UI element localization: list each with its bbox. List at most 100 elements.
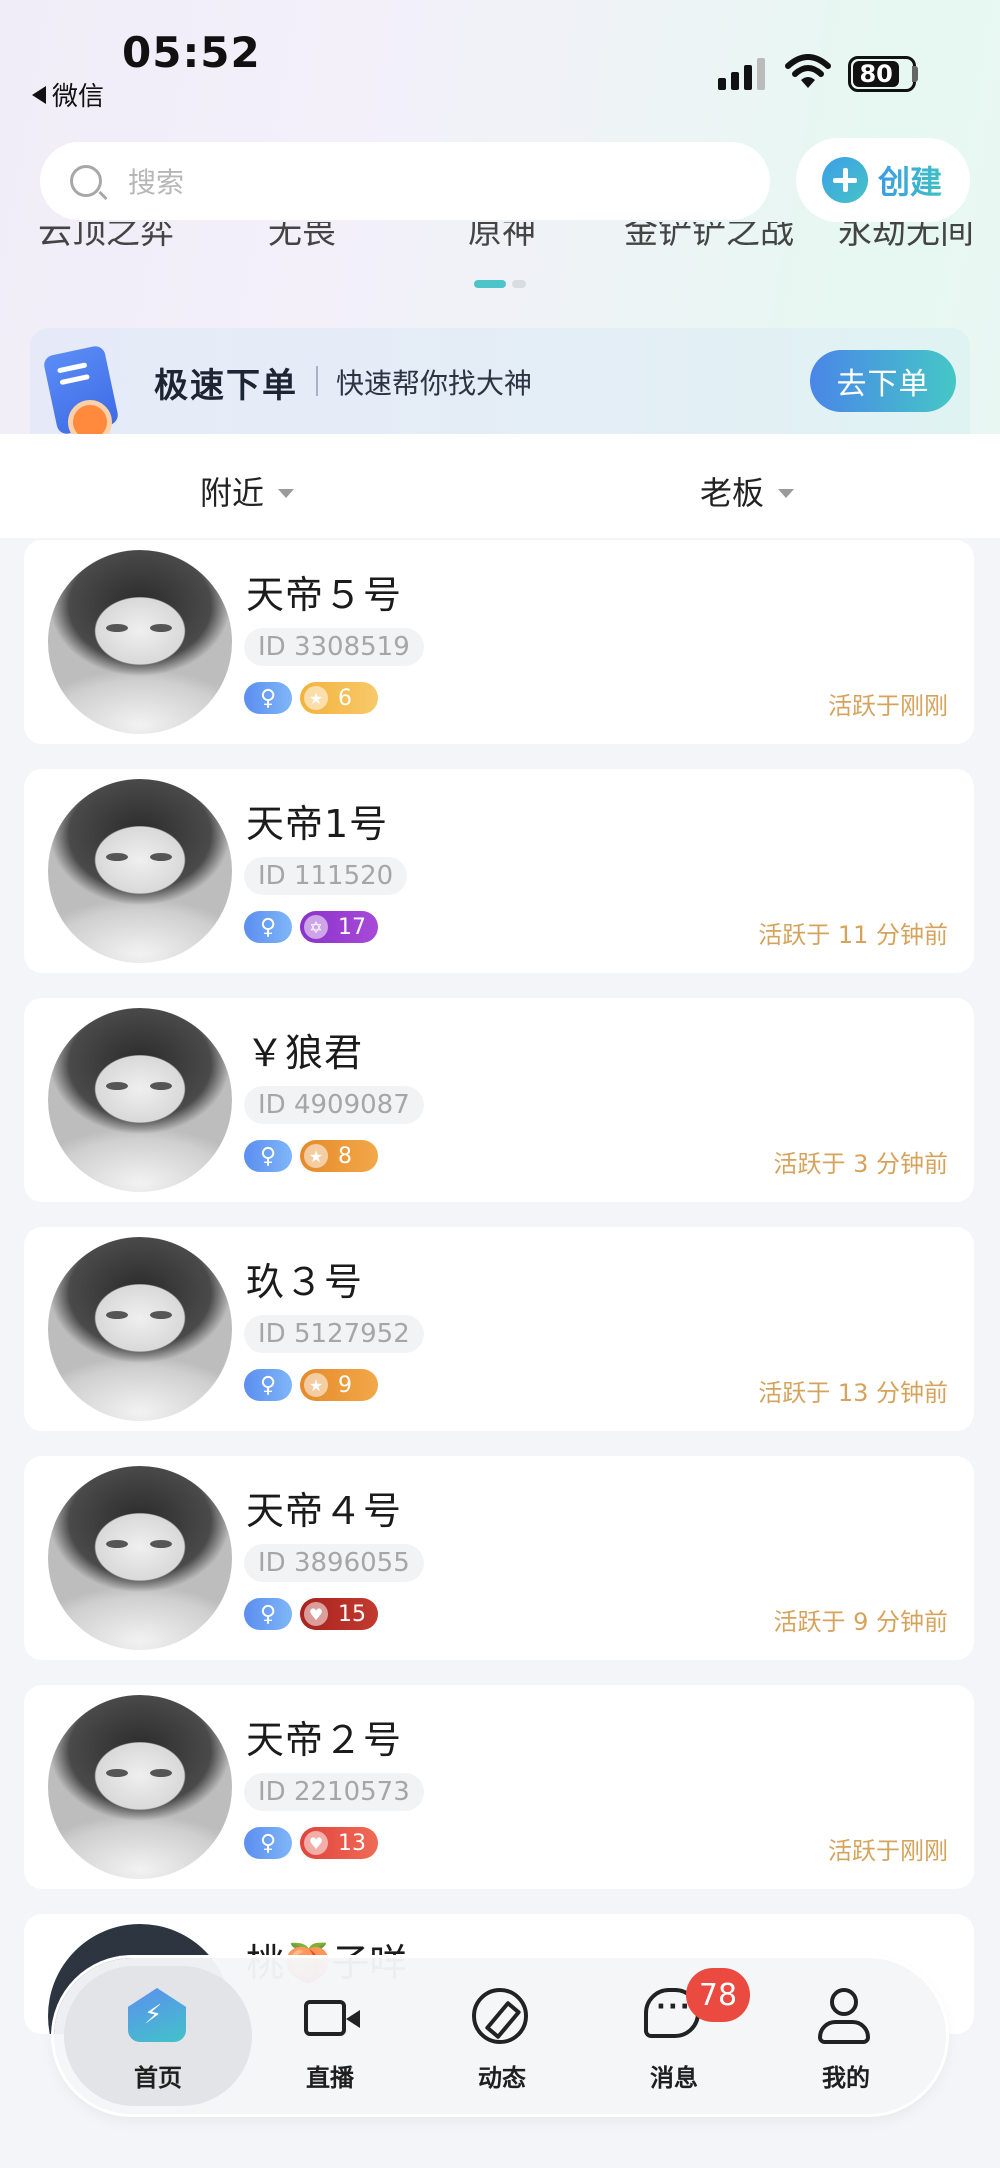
user-name: 天帝４号 (246, 1489, 403, 1533)
star-icon: ★ (304, 1373, 328, 1397)
tab-feed[interactable]: 动态 (442, 1988, 562, 2093)
avatar[interactable] (48, 1237, 232, 1421)
wifi-icon (785, 54, 831, 88)
avatar[interactable] (48, 550, 232, 734)
category-item[interactable]: 原神 (468, 222, 536, 248)
home-icon (128, 1988, 186, 2042)
tab-live[interactable]: 直播 (270, 1988, 390, 2093)
page-dot (512, 280, 526, 288)
female-icon: ♀ (244, 1140, 292, 1172)
level-value: 8 (338, 1143, 352, 1169)
messages-unread-badge: 78 (686, 1968, 750, 2022)
user-card[interactable]: ￥狼君 ID 4909087 ♀ ★ 8 活跃于 3 分钟前 (24, 998, 974, 1202)
active-status: 活跃于 13 分钟前 (758, 1379, 948, 1407)
banner-subtitle: 快速帮你找大神 (336, 367, 533, 400)
filter-role[interactable]: 老板 (700, 468, 795, 514)
user-id: ID 4909087 (244, 1086, 424, 1124)
filter-role-label: 老板 (700, 474, 765, 512)
category-item[interactable]: 云顶之弈 (38, 222, 174, 248)
level-value: 9 (338, 1372, 352, 1398)
avatar[interactable] (48, 1695, 232, 1879)
user-id: ID 111520 (244, 857, 408, 895)
category-item[interactable]: 金铲铲之战 (624, 222, 794, 248)
back-label: 微信 (52, 82, 105, 112)
caret-down-icon (278, 488, 295, 498)
active-status: 活跃于 9 分钟前 (773, 1608, 948, 1636)
level-badge: ★ 9 (300, 1369, 378, 1401)
quick-order-banner[interactable]: 极速下单 快速帮你找大神 去下单 (30, 328, 970, 434)
banner-divider (316, 366, 318, 396)
banner-title: 极速下单 (154, 366, 298, 406)
star-icon: ★ (304, 1144, 328, 1168)
user-name: 天帝1号 (246, 802, 389, 846)
female-icon: ♀ (244, 682, 292, 714)
level-badge: ♥ 13 (300, 1827, 378, 1859)
heart-icon: ♥ (304, 1831, 328, 1855)
plus-icon (822, 157, 868, 203)
user-id: ID 5127952 (244, 1315, 424, 1353)
back-triangle-icon (32, 85, 46, 104)
filter-bar: 附近 老板 (0, 434, 1000, 538)
bottom-tab-bar: 首页 直播 动态 消息 78 我的 (54, 1958, 946, 2114)
active-status: 活跃于刚刚 (828, 692, 948, 720)
tab-feed-label: 动态 (478, 2064, 526, 2092)
user-name: 天帝５号 (246, 573, 403, 617)
avatar[interactable] (48, 1008, 232, 1192)
female-icon: ♀ (244, 1369, 292, 1401)
filter-nearby-label: 附近 (200, 474, 265, 512)
female-icon: ♀ (244, 1598, 292, 1630)
user-id: ID 2210573 (244, 1773, 424, 1811)
page-dot-active (474, 280, 506, 288)
tab-me[interactable]: 我的 (786, 1988, 906, 2093)
level-badge: ✡ 17 (300, 911, 378, 943)
user-id: ID 3896055 (244, 1544, 424, 1582)
level-value: 15 (338, 1601, 366, 1627)
place-order-button[interactable]: 去下单 (810, 350, 956, 412)
video-camera-icon (304, 2000, 360, 2036)
caret-down-icon (778, 488, 795, 498)
active-status: 活跃于 3 分钟前 (773, 1150, 948, 1178)
battery-cap (912, 66, 918, 82)
user-card[interactable]: 天帝２号 ID 2210573 ♀ ♥ 13 活跃于刚刚 (24, 1685, 974, 1889)
user-tags: ♀ ★ 8 (244, 1140, 378, 1172)
create-button[interactable]: 创建 (796, 138, 970, 222)
avatar[interactable] (48, 1466, 232, 1650)
avatar[interactable] (48, 779, 232, 963)
level-badge: ★ 8 (300, 1140, 378, 1172)
user-name: 玖３号 (246, 1260, 364, 1304)
user-tags: ♀ ★ 9 (244, 1369, 378, 1401)
level-badge: ♥ 15 (300, 1598, 378, 1630)
level-value: 17 (338, 914, 366, 940)
battery-icon: 80 (848, 56, 916, 92)
compass-icon (472, 1988, 528, 2044)
battery-level: 80 (853, 60, 900, 88)
category-item[interactable]: 无畏 (268, 222, 336, 248)
user-tags: ♀ ♥ 13 (244, 1827, 378, 1859)
user-name: 天帝２号 (246, 1718, 403, 1762)
active-status: 活跃于刚刚 (828, 1837, 948, 1865)
search-input[interactable]: 搜索 (40, 142, 770, 220)
level-value: 6 (338, 685, 352, 711)
status-time: 05:52 (122, 28, 261, 77)
category-item[interactable]: 永劫无间 (838, 222, 974, 248)
tab-me-label: 我的 (822, 2064, 870, 2092)
user-tags: ♀ ♥ 15 (244, 1598, 378, 1630)
search-icon (70, 165, 102, 197)
user-id: ID 3308519 (244, 628, 424, 666)
back-to-wechat[interactable]: 微信 (32, 76, 104, 113)
page-indicator (474, 280, 526, 288)
user-tags: ♀ ✡ 17 (244, 911, 378, 943)
filter-nearby[interactable]: 附近 (200, 468, 295, 514)
female-icon: ♀ (244, 1827, 292, 1859)
level-value: 13 (338, 1830, 366, 1856)
order-document-icon (42, 344, 128, 434)
category-strip[interactable]: 云顶之弈 无畏 原神 金铲铲之战 永劫无间 (0, 222, 1000, 248)
tab-home-label: 首页 (134, 2064, 182, 2092)
user-card[interactable]: 天帝４号 ID 3896055 ♀ ♥ 15 活跃于 9 分钟前 (24, 1456, 974, 1660)
user-card[interactable]: 玖３号 ID 5127952 ♀ ★ 9 活跃于 13 分钟前 (24, 1227, 974, 1431)
cellular-signal-icon (718, 58, 765, 90)
tab-home[interactable]: 首页 (98, 1988, 218, 2093)
user-card[interactable]: 天帝1号 ID 111520 ♀ ✡ 17 活跃于 11 分钟前 (24, 769, 974, 973)
user-card[interactable]: 天帝５号 ID 3308519 ♀ ★ 6 活跃于刚刚 (24, 540, 974, 744)
tab-live-label: 直播 (306, 2064, 354, 2092)
